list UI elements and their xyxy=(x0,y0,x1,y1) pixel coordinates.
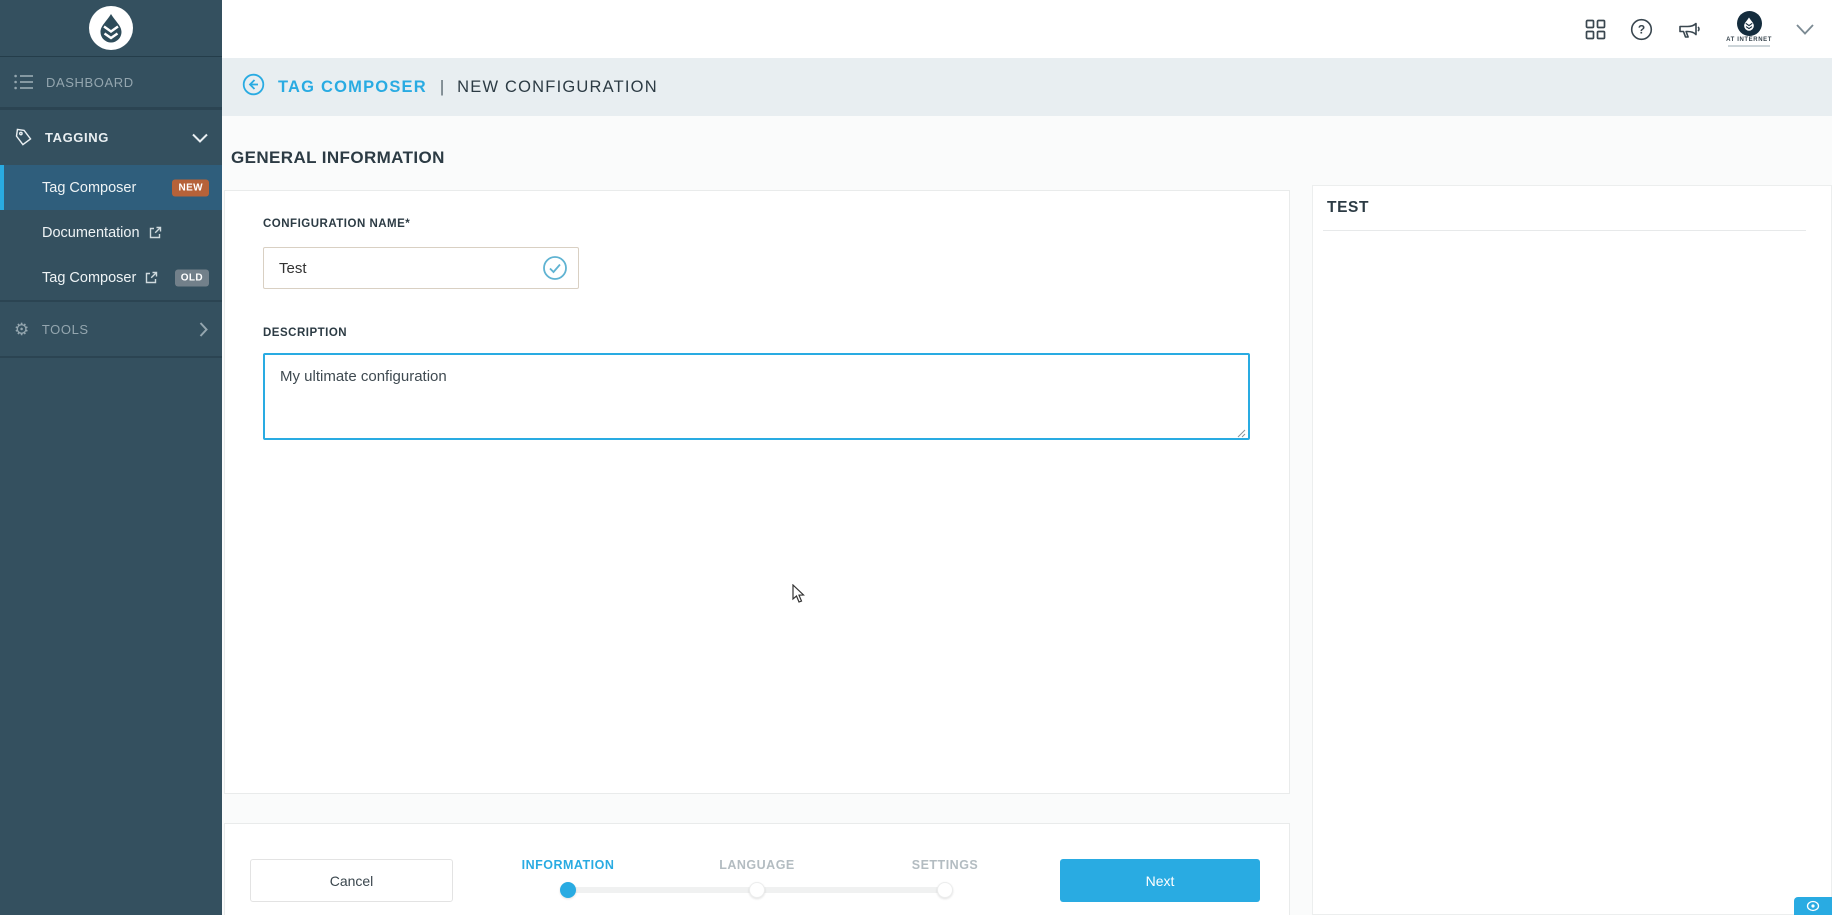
sidebar-item-dashboard[interactable]: DASHBOARD xyxy=(0,57,222,110)
sidebar-section-tagging[interactable]: TAGGING xyxy=(0,110,222,165)
breadcrumb-module[interactable]: TAG COMPOSER xyxy=(278,78,427,97)
sidebar-tools-label: TOOLS xyxy=(42,322,89,337)
page-title: NEW CONFIGURATION xyxy=(457,78,658,97)
cancel-button[interactable]: Cancel xyxy=(250,859,453,902)
leaf-logo-icon xyxy=(89,6,133,50)
tag-icon xyxy=(14,128,33,147)
breadcrumb-separator: | xyxy=(440,78,444,97)
external-link-icon xyxy=(145,271,158,284)
section-title: GENERAL INFORMATION xyxy=(231,148,445,168)
sidebar-dashboard-label: DASHBOARD xyxy=(46,75,134,90)
sidebar-item-tools[interactable]: ⚙ TOOLS xyxy=(0,300,222,358)
step-settings-label: SETTINGS xyxy=(912,858,979,872)
sidebar: DASHBOARD TAGGING Tag Composer NEW Docum… xyxy=(0,0,222,915)
topbar: ? AT INTERNET xyxy=(222,0,1832,58)
user-menu-subline xyxy=(1728,45,1770,47)
gear-icon: ⚙ xyxy=(14,321,30,338)
sidebar-item-documentation[interactable]: Documentation xyxy=(0,210,222,255)
step-language-label: LANGUAGE xyxy=(719,858,795,872)
back-button[interactable] xyxy=(242,73,265,101)
next-button[interactable]: Next xyxy=(1060,859,1260,902)
valid-check-icon xyxy=(542,255,568,286)
user-menu[interactable]: AT INTERNET xyxy=(1726,11,1772,47)
sidebar-item-label: Documentation xyxy=(42,225,140,241)
sidebar-tagging-label: TAGGING xyxy=(45,130,109,145)
chevron-down-icon xyxy=(192,133,208,143)
app-logo[interactable] xyxy=(0,0,222,57)
page-header: TAG COMPOSER | NEW CONFIGURATION xyxy=(222,58,1832,116)
new-badge: NEW xyxy=(172,179,209,196)
preview-title: TEST xyxy=(1327,199,1369,217)
step-language-dot[interactable] xyxy=(749,882,765,898)
preview-divider xyxy=(1323,230,1806,231)
description-label: DESCRIPTION xyxy=(263,327,347,339)
svg-text:?: ? xyxy=(1638,22,1645,36)
mouse-cursor-icon xyxy=(792,584,807,609)
configuration-name-input[interactable] xyxy=(263,247,579,289)
description-textarea[interactable]: My ultimate configuration xyxy=(263,353,1250,440)
external-link-icon xyxy=(149,226,162,239)
user-menu-label: AT INTERNET xyxy=(1726,37,1772,43)
step-information-label: INFORMATION xyxy=(522,858,615,872)
help-icon[interactable]: ? xyxy=(1630,18,1653,41)
apps-grid-icon[interactable] xyxy=(1585,19,1606,40)
step-information-dot[interactable] xyxy=(560,882,576,898)
step-settings-dot[interactable] xyxy=(937,882,953,898)
configuration-name-wrap xyxy=(263,247,579,289)
sidebar-item-tag-composer[interactable]: Tag Composer NEW xyxy=(0,165,222,210)
sidebar-item-label: Tag Composer xyxy=(42,270,136,286)
feedback-button[interactable] xyxy=(1794,897,1832,915)
dashboard-list-icon xyxy=(14,74,34,90)
at-internet-logo-icon xyxy=(1737,11,1762,36)
user-menu-chevron-icon[interactable] xyxy=(1796,24,1814,35)
sidebar-item-label: Tag Composer xyxy=(42,180,136,196)
configuration-name-label: CONFIGURATION NAME* xyxy=(263,218,410,230)
wizard-footer: Cancel INFORMATION LANGUAGE SETTINGS Nex… xyxy=(224,823,1290,915)
sidebar-item-tag-composer-old[interactable]: Tag Composer OLD xyxy=(0,255,222,300)
preview-panel: TEST xyxy=(1312,185,1832,915)
chevron-right-icon xyxy=(199,322,208,337)
general-information-card: CONFIGURATION NAME* DESCRIPTION My ultim… xyxy=(224,190,1290,794)
resize-handle-icon[interactable] xyxy=(1235,425,1246,443)
old-badge: OLD xyxy=(175,269,209,286)
megaphone-icon[interactable] xyxy=(1677,18,1702,40)
